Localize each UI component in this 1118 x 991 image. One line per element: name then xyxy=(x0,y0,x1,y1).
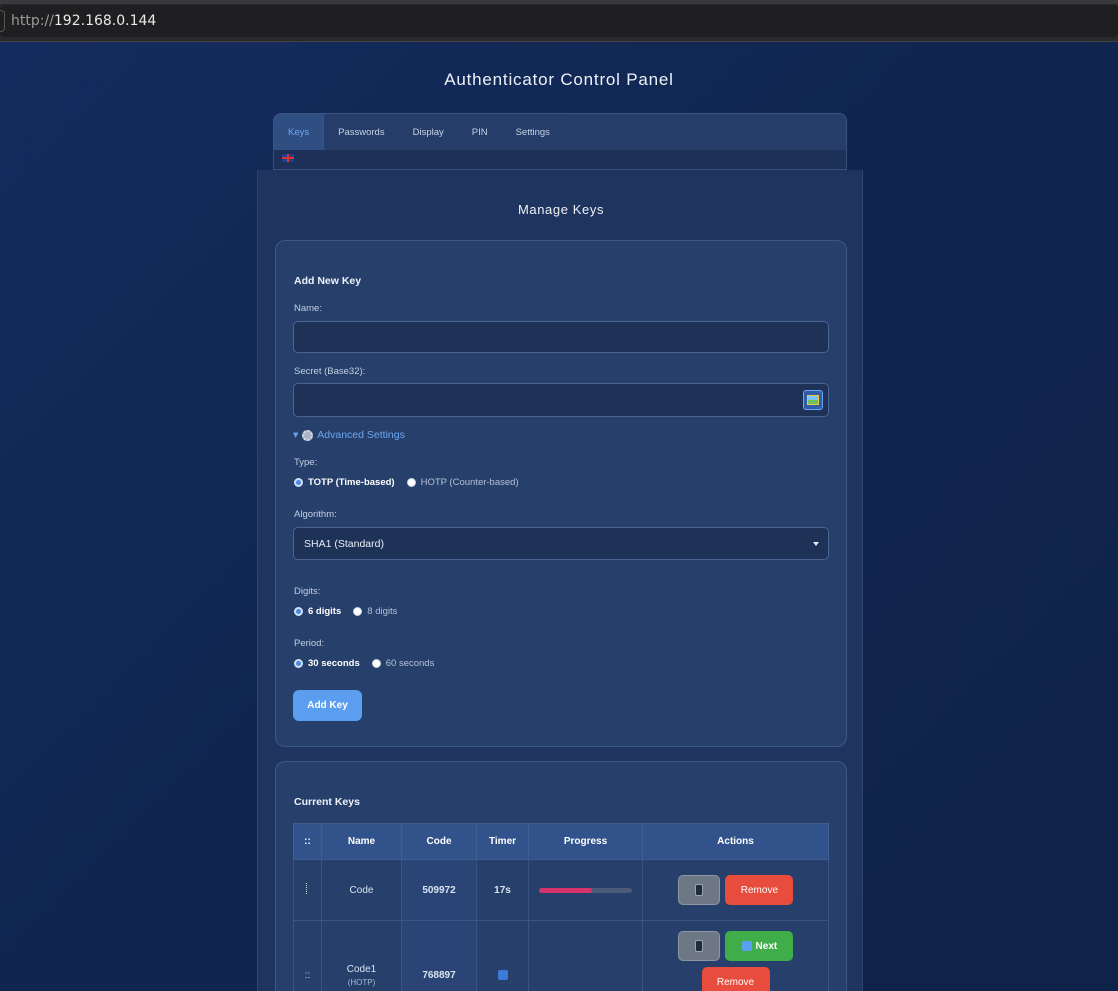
refresh-icon xyxy=(741,941,752,951)
column-header-code: Code xyxy=(401,823,477,860)
key-timer: 17s xyxy=(476,859,529,921)
digits-radio-group: 6 digits 8 digits xyxy=(294,606,409,617)
radio-60-seconds[interactable]: 60 seconds xyxy=(371,658,435,669)
refresh-icon xyxy=(497,970,508,981)
current-keys-heading: Current Keys xyxy=(294,796,360,808)
address-bar-edge xyxy=(0,10,5,32)
key-code: 768897 xyxy=(401,920,477,991)
drag-handle-icon[interactable] xyxy=(305,883,310,894)
actions-cell: Remove xyxy=(642,859,829,921)
tab-settings[interactable]: Settings xyxy=(502,114,564,150)
drag-handle-icon[interactable]: :: xyxy=(305,970,311,981)
image-scan-button[interactable] xyxy=(803,390,823,410)
secret-input[interactable] xyxy=(293,383,829,417)
next-label: Next xyxy=(755,940,778,952)
phone-icon xyxy=(694,940,703,952)
algorithm-select[interactable]: SHA1 (Standard) xyxy=(293,527,829,560)
progress-cell xyxy=(528,920,643,991)
radio-60-seconds-label: 60 seconds xyxy=(385,658,435,669)
add-key-button[interactable]: Add Key xyxy=(293,690,362,721)
key-name: Code1 xyxy=(346,964,377,975)
browser-tab-strip xyxy=(0,0,1118,4)
uk-flag-icon[interactable] xyxy=(282,154,294,162)
url-scheme: http:// xyxy=(11,13,54,29)
key-code: 509972 xyxy=(401,859,477,921)
type-radio-group: TOTP (Time-based) HOTP (Counter-based) xyxy=(294,477,531,488)
main-panel: Manage Keys Add New Key Name: Secret (Ba… xyxy=(257,170,863,991)
column-header-drag: :: xyxy=(293,823,322,860)
algorithm-value: SHA1 (Standard) xyxy=(304,537,384,550)
column-header-timer: Timer xyxy=(476,823,529,860)
algorithm-label: Algorithm: xyxy=(294,509,337,520)
tab-pin[interactable]: PIN xyxy=(458,114,502,150)
advanced-settings-label: Advanced Settings xyxy=(317,429,405,441)
column-header-actions: Actions xyxy=(642,823,829,860)
radio-totp-label: TOTP (Time-based) xyxy=(308,477,395,488)
progress-cell xyxy=(528,859,643,921)
radio-dot xyxy=(406,478,416,487)
key-name: Code xyxy=(321,859,402,921)
radio-hotp-label: HOTP (Counter-based) xyxy=(420,477,519,488)
radio-dot xyxy=(371,659,381,668)
radio-6-digits[interactable]: 6 digits xyxy=(294,606,341,617)
type-label: Type: xyxy=(294,457,318,468)
page-title: Authenticator Control Panel xyxy=(444,70,674,89)
radio-totp[interactable]: TOTP (Time-based) xyxy=(294,477,395,488)
name-label: Name: xyxy=(294,303,322,314)
progress-fill xyxy=(539,887,592,893)
key-timer-cell xyxy=(476,920,529,991)
show-on-device-button[interactable] xyxy=(677,931,720,961)
tab-display[interactable]: Display xyxy=(399,114,458,150)
language-bar xyxy=(273,150,847,170)
tab-passwords[interactable]: Passwords xyxy=(324,114,398,150)
radio-8-digits[interactable]: 8 digits xyxy=(353,606,397,617)
radio-30-seconds-label: 30 seconds xyxy=(308,658,360,669)
name-input[interactable] xyxy=(293,321,829,353)
table-row: Code 509972 17s Remove xyxy=(293,859,829,921)
add-key-heading: Add New Key xyxy=(294,275,362,287)
radio-dot xyxy=(294,478,303,487)
chevron-down-icon xyxy=(813,542,819,546)
period-radio-group: 30 seconds 60 seconds xyxy=(294,658,446,669)
period-label: Period: xyxy=(294,638,325,649)
tab-bar: Keys Passwords Display PIN Settings xyxy=(273,113,847,151)
column-header-name: Name xyxy=(321,823,402,860)
drag-handle-cell xyxy=(293,859,322,921)
radio-dot xyxy=(294,607,303,616)
browser-toolbar: http://192.168.0.144 xyxy=(0,0,1118,42)
secret-label: Secret (Base32): xyxy=(294,366,366,377)
table-row: :: Code1(HOTP) 768897 Next Remove xyxy=(293,920,829,991)
tab-keys[interactable]: Keys xyxy=(274,114,325,150)
radio-hotp[interactable]: HOTP (Counter-based) xyxy=(406,477,519,488)
radio-6-digits-label: 6 digits xyxy=(308,606,342,617)
remove-button[interactable]: Remove xyxy=(725,875,794,905)
section-title: Manage Keys xyxy=(517,202,605,217)
add-key-card: Add New Key Name: Secret (Base32): ▾ Adv… xyxy=(275,240,847,747)
key-name-cell: Code1 (HOTP) xyxy=(321,920,402,991)
actions-cell: Next Remove xyxy=(642,920,829,991)
show-on-device-button[interactable] xyxy=(677,875,720,905)
radio-dot xyxy=(294,659,303,668)
caret-down-icon: ▾ xyxy=(293,429,299,441)
radio-dot xyxy=(353,607,363,616)
column-header-progress: Progress xyxy=(528,823,643,860)
progress-bar xyxy=(539,887,632,893)
drag-handle-cell: :: xyxy=(293,920,322,991)
digits-label: Digits: xyxy=(294,586,321,597)
current-keys-card: Current Keys :: Name Code Timer Progress… xyxy=(275,761,847,991)
phone-icon xyxy=(694,884,703,896)
radio-30-seconds[interactable]: 30 seconds xyxy=(294,658,360,669)
keys-table: :: Name Code Timer Progress Actions Code… xyxy=(293,823,829,991)
radio-8-digits-label: 8 digits xyxy=(367,606,398,617)
next-code-button[interactable]: Next xyxy=(725,931,794,961)
advanced-settings-toggle[interactable]: ▾ Advanced Settings xyxy=(293,429,405,441)
key-type: (HOTP) xyxy=(347,978,376,987)
url-host: 192.168.0.144 xyxy=(53,13,157,29)
remove-button[interactable]: Remove xyxy=(701,967,770,991)
address-bar[interactable]: http://192.168.0.144 xyxy=(0,5,1118,37)
gear-icon xyxy=(302,429,314,441)
image-icon xyxy=(807,395,819,405)
